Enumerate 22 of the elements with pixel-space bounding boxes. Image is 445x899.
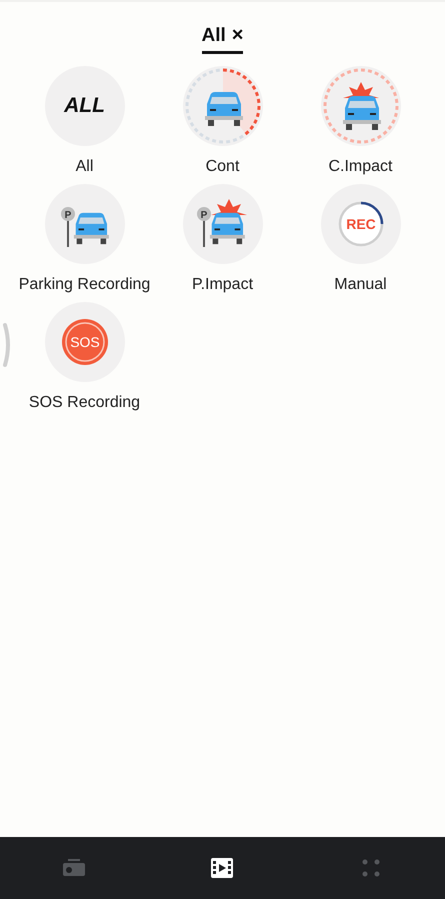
- category-label: All: [74, 157, 94, 176]
- category-label: Manual: [333, 275, 388, 294]
- record-icon: REC: [336, 200, 384, 248]
- close-icon[interactable]: ×: [232, 24, 244, 47]
- category-button[interactable]: ALL: [44, 66, 124, 146]
- category-button[interactable]: P: [44, 184, 124, 264]
- car-timer-icon: [182, 66, 262, 146]
- category-button[interactable]: P: [182, 184, 262, 264]
- category-label: C.Impact: [327, 157, 394, 176]
- category-label: Cont: [204, 157, 240, 176]
- category-label: P.Impact: [190, 275, 254, 294]
- dashcam-icon: [62, 859, 86, 877]
- category-label: SOS Recording: [28, 393, 142, 412]
- category-label: Parking Recording: [18, 275, 152, 294]
- car-impact-icon: [320, 66, 400, 146]
- filter-tab[interactable]: All ×: [202, 24, 244, 54]
- category-button[interactable]: REC: [320, 184, 400, 264]
- edge-handle-icon[interactable]: [0, 322, 12, 368]
- all-icon-text: ALL: [64, 94, 105, 118]
- sos-icon: SOS: [60, 318, 108, 366]
- grid-dots-icon: [362, 859, 380, 877]
- video-file-icon: [211, 858, 234, 878]
